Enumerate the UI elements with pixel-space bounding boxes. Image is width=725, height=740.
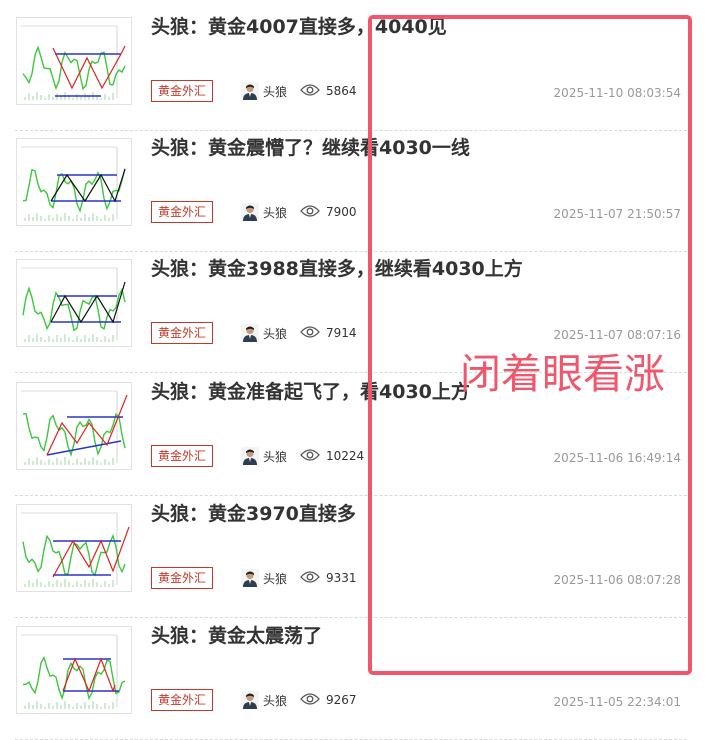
view-count-value: 7900: [326, 205, 357, 219]
author-avatar: [241, 447, 259, 465]
author-avatar: [241, 203, 259, 221]
eye-icon: [300, 204, 320, 221]
author-name: 头狼: [263, 205, 288, 220]
category-tag[interactable]: 黄金外汇: [151, 689, 214, 711]
author-name: 头狼: [263, 326, 288, 341]
publish-date: 2025-11-05 22:34:01: [553, 695, 681, 709]
author-name: 头狼: [263, 84, 288, 99]
view-count-value: 9267: [326, 693, 357, 707]
view-count: 5864: [300, 81, 357, 101]
author[interactable]: 头狼: [241, 202, 287, 222]
category-tag[interactable]: 黄金外汇: [151, 201, 214, 223]
view-count: 10224: [300, 446, 364, 466]
view-count: 7914: [300, 323, 357, 343]
author-avatar: [241, 569, 259, 587]
article-item[interactable]: 头狼：黄金震懵了？继续看4030一线黄金外汇 头狼 7900 2025-11-07 2…: [15, 131, 687, 252]
article-thumbnail-chart[interactable]: [16, 17, 132, 105]
publish-date: 2025-11-06 16:49:14: [553, 451, 681, 465]
view-count-value: 5864: [326, 84, 357, 98]
eye-icon: [300, 83, 320, 100]
article-title[interactable]: 头狼：黄金太震荡了: [151, 621, 322, 648]
view-count: 9267: [300, 690, 357, 710]
article-thumbnail-chart[interactable]: [16, 504, 132, 592]
article-thumbnail-chart[interactable]: [16, 382, 132, 470]
category-tag[interactable]: 黄金外汇: [151, 445, 214, 467]
author[interactable]: 头狼: [241, 446, 287, 466]
article-item[interactable]: 头狼：黄金3970直接多黄金外汇 头狼 9331 2025-11-06 08:07:2…: [15, 497, 687, 618]
eye-icon: [300, 692, 320, 709]
publish-date: 2025-11-10 08:03:54: [553, 86, 681, 100]
author-name: 头狼: [263, 449, 288, 464]
view-count: 9331: [300, 568, 357, 588]
eye-icon: [300, 325, 320, 342]
article-item[interactable]: 头狼：黄金太震荡了黄金外汇 头狼 9267 2025-11-05 22:34:01: [15, 619, 687, 740]
item-divider: [15, 617, 687, 618]
view-count-value: 9331: [326, 571, 357, 585]
author-name: 头狼: [263, 693, 288, 708]
author[interactable]: 头狼: [241, 568, 287, 588]
article-title[interactable]: 头狼：黄金4007直接多，4040见: [151, 12, 447, 39]
article-item[interactable]: 头狼：黄金4007直接多，4040见黄金外汇 头狼 5864 2025-11-10 0…: [15, 10, 687, 131]
category-tag[interactable]: 黄金外汇: [151, 322, 214, 344]
author[interactable]: 头狼: [241, 323, 287, 343]
eye-icon: [300, 448, 320, 465]
category-tag[interactable]: 黄金外汇: [151, 80, 214, 102]
view-count-value: 10224: [326, 449, 365, 463]
article-thumbnail-chart[interactable]: [16, 626, 132, 714]
author[interactable]: 头狼: [241, 81, 287, 101]
article-thumbnail-chart[interactable]: [16, 138, 132, 226]
author[interactable]: 头狼: [241, 690, 287, 710]
publish-date: 2025-11-06 08:07:28: [553, 573, 681, 587]
author-avatar: [241, 324, 259, 342]
article-title[interactable]: 头狼：黄金3988直接多，继续看4030上方: [151, 254, 523, 281]
article-title[interactable]: 头狼：黄金震懵了？继续看4030一线: [151, 133, 470, 160]
publish-date: 2025-11-07 21:50:57: [553, 207, 681, 221]
author-avatar: [241, 82, 259, 100]
category-tag[interactable]: 黄金外汇: [151, 567, 214, 589]
article-title[interactable]: 头狼：黄金3970直接多: [151, 499, 356, 526]
article-thumbnail-chart[interactable]: [16, 259, 132, 347]
author-name: 头狼: [263, 571, 288, 586]
item-divider: [15, 495, 687, 496]
annotation-text: 闭着眼看涨: [460, 350, 665, 398]
view-count-value: 7914: [326, 326, 357, 340]
author-avatar: [241, 691, 259, 709]
eye-icon: [300, 570, 320, 587]
article-title[interactable]: 头狼：黄金准备起飞了，看4030上方: [151, 377, 470, 404]
view-count: 7900: [300, 202, 357, 222]
